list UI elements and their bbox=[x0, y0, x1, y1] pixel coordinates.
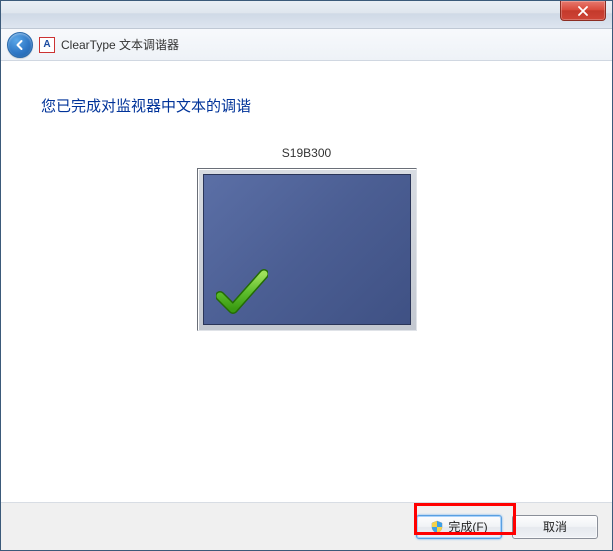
app-icon: A bbox=[39, 37, 55, 53]
close-icon bbox=[577, 6, 589, 16]
finish-button-label: 完成(F) bbox=[448, 518, 487, 535]
app-title: ClearType 文本调谐器 bbox=[61, 36, 179, 53]
back-button[interactable] bbox=[7, 32, 33, 58]
uac-shield-icon bbox=[430, 520, 444, 534]
wizard-content: 您已完成对监视器中文本的调谐 S19B300 bbox=[1, 61, 612, 502]
cancel-button-label: 取消 bbox=[543, 518, 567, 535]
monitor-screen bbox=[203, 174, 411, 325]
cancel-button[interactable]: 取消 bbox=[512, 515, 598, 539]
cleartype-wizard-window: A ClearType 文本调谐器 您已完成对监视器中文本的调谐 S19B300 bbox=[0, 0, 613, 551]
page-headline: 您已完成对监视器中文本的调谐 bbox=[41, 95, 572, 116]
close-button[interactable] bbox=[560, 1, 606, 21]
monitor-name-label: S19B300 bbox=[282, 146, 331, 160]
checkmark-icon bbox=[216, 266, 268, 316]
arrow-left-icon bbox=[13, 38, 27, 52]
wizard-footer: 完成(F) 取消 bbox=[1, 502, 612, 550]
finish-button[interactable]: 完成(F) bbox=[416, 515, 502, 539]
monitor-preview-area: S19B300 bbox=[41, 146, 572, 331]
monitor-frame bbox=[197, 168, 417, 331]
window-titlebar bbox=[1, 1, 612, 29]
app-icon-letter: A bbox=[43, 40, 50, 50]
wizard-header: A ClearType 文本调谐器 bbox=[1, 29, 612, 61]
